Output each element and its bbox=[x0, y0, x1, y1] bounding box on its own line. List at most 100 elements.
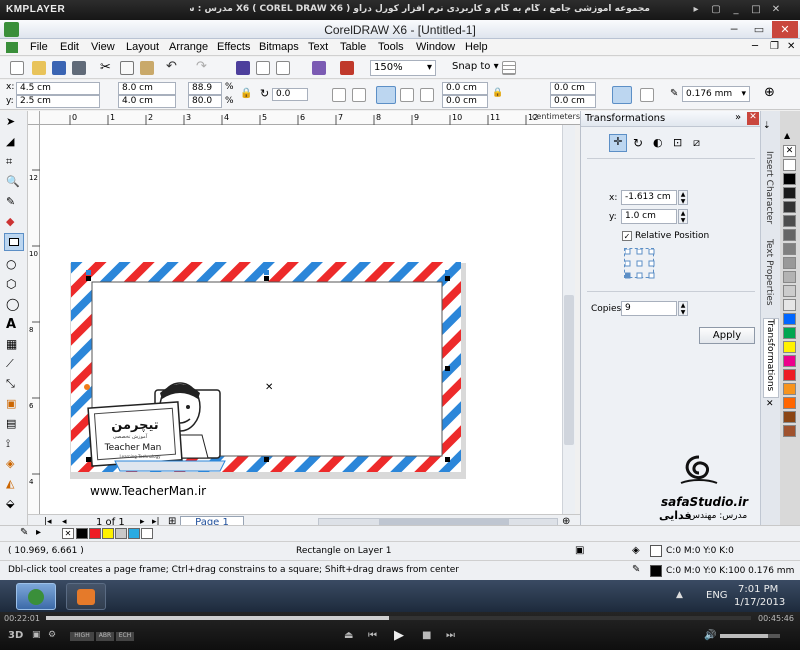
apply-button[interactable]: Apply bbox=[699, 327, 755, 344]
zoom-select[interactable]: 150% ▾ bbox=[370, 60, 436, 76]
menu-effects[interactable]: Effects bbox=[217, 41, 250, 53]
menu-file[interactable]: File bbox=[30, 41, 48, 53]
mirror-h-icon[interactable] bbox=[332, 88, 346, 102]
transparency-tool-icon[interactable]: ▤ bbox=[6, 417, 22, 431]
vertical-scrollbar[interactable] bbox=[562, 125, 575, 525]
corner-radius-4-field[interactable]: 0.0 cm bbox=[550, 95, 596, 108]
new-icon[interactable] bbox=[10, 61, 24, 75]
menu-bitmaps[interactable]: Bitmaps bbox=[259, 41, 299, 53]
clock-time[interactable]: 7:01 PM bbox=[738, 584, 778, 595]
corner-radius-1-field[interactable]: 0.0 cm bbox=[442, 82, 488, 95]
freehand-tool-icon[interactable]: ✎ bbox=[6, 195, 22, 209]
outline-swatch[interactable] bbox=[650, 565, 662, 577]
palette-swatch[interactable] bbox=[783, 369, 796, 381]
save-icon[interactable] bbox=[52, 61, 66, 75]
fill-swatch[interactable] bbox=[650, 545, 662, 557]
y-position-field[interactable]: 2.5 cm bbox=[16, 95, 100, 108]
y-spinner-icon[interactable]: ▲ ▼ bbox=[678, 209, 688, 224]
eyedropper-tool-icon[interactable]: ⟟ bbox=[6, 437, 22, 451]
rotate-tab-icon[interactable]: ↻ bbox=[633, 136, 643, 150]
width-field[interactable]: 8.0 cm bbox=[118, 82, 176, 95]
doc-close-icon[interactable]: ✕ bbox=[787, 41, 795, 52]
redo-icon[interactable]: ↷ bbox=[196, 59, 207, 74]
scalloped-corner-icon[interactable] bbox=[400, 88, 414, 102]
docker-close-icon[interactable]: ✕ bbox=[747, 112, 759, 125]
welcome-screen-icon[interactable] bbox=[340, 61, 354, 75]
maximize-button[interactable]: ▭ bbox=[747, 21, 771, 38]
horizontal-ruler[interactable]: 0 1 2 3 4 5 6 7 8 9 10 11 12 centimeters bbox=[40, 111, 580, 125]
table-tool-icon[interactable]: ▦ bbox=[6, 337, 22, 351]
next-icon[interactable]: ⏭ bbox=[446, 630, 455, 641]
smart-fill-tool-icon[interactable]: ◆ bbox=[6, 215, 22, 229]
volume-slider[interactable] bbox=[720, 634, 780, 638]
height-field[interactable]: 4.0 cm bbox=[118, 95, 176, 108]
docker-pin-icon[interactable]: ⇣ bbox=[763, 121, 771, 131]
rectangle-tool-icon[interactable] bbox=[4, 233, 24, 251]
no-color-swatch[interactable]: ✕ bbox=[783, 145, 796, 157]
relative-position-checkbox[interactable]: ✓ bbox=[622, 231, 632, 241]
snap-to-dropdown[interactable]: Snap to ▾ bbox=[452, 61, 499, 72]
capture-icon[interactable]: ▣ bbox=[32, 630, 41, 640]
menu-layout[interactable]: Layout bbox=[126, 41, 159, 53]
dimension-tool-icon[interactable]: ⟋ bbox=[6, 357, 22, 371]
x-spinner-icon[interactable]: ▲ ▼ bbox=[678, 190, 688, 205]
doc-palette-menu-icon[interactable]: ▸ bbox=[36, 527, 41, 538]
smart-fill-2-tool-icon[interactable]: ⬙ bbox=[6, 497, 22, 511]
docker-x-field[interactable]: -1.613 cm bbox=[621, 190, 677, 205]
volume-icon[interactable]: 🔊 bbox=[704, 630, 716, 641]
fill-tool-icon[interactable]: ◈ bbox=[6, 457, 22, 471]
paste-icon[interactable] bbox=[140, 61, 154, 75]
player-minimize-icon[interactable]: _ bbox=[730, 4, 742, 16]
copies-field[interactable]: 9 bbox=[621, 301, 677, 316]
doc-palette-swatch[interactable] bbox=[76, 528, 88, 539]
anchor-grid[interactable] bbox=[624, 248, 655, 279]
palette-swatch[interactable] bbox=[783, 285, 796, 297]
shape-tool-icon[interactable]: ◢ bbox=[6, 135, 22, 149]
palette-swatch[interactable] bbox=[783, 327, 796, 339]
eject-icon[interactable]: ⏏ bbox=[344, 630, 353, 641]
player-skin-icon[interactable]: ▢ bbox=[710, 4, 722, 16]
menu-arrange[interactable]: Arrange bbox=[169, 41, 208, 53]
doc-minimize-icon[interactable]: ─ bbox=[752, 41, 758, 52]
connector-tool-icon[interactable]: ⤡ bbox=[6, 377, 22, 391]
close-button[interactable]: ✕ bbox=[772, 21, 798, 38]
doc-icon[interactable] bbox=[6, 42, 18, 53]
quality-tag-ech[interactable]: ECH bbox=[116, 632, 134, 641]
scrollbar-thumb[interactable] bbox=[564, 295, 574, 445]
play-icon[interactable]: ▶ bbox=[394, 628, 404, 643]
x-position-field[interactable]: 4.5 cm bbox=[16, 82, 100, 95]
palette-swatch[interactable] bbox=[783, 313, 796, 325]
docker-expand-icon[interactable]: » bbox=[735, 112, 741, 123]
undo-icon[interactable]: ↶ bbox=[166, 59, 177, 74]
lock-ratio-icon[interactable]: 🔒 bbox=[240, 88, 252, 99]
interactive-blend-tool-icon[interactable]: ▣ bbox=[6, 397, 22, 411]
quality-tag-abr[interactable]: ABR bbox=[96, 632, 114, 641]
player-pin-icon[interactable]: ▸ bbox=[690, 4, 702, 16]
palette-swatch[interactable] bbox=[783, 215, 796, 227]
palette-swatch[interactable] bbox=[783, 173, 796, 185]
zoom-tool-icon[interactable]: 🔍 bbox=[6, 175, 22, 189]
palette-swatch[interactable] bbox=[783, 397, 796, 409]
palette-swatch[interactable] bbox=[783, 341, 796, 353]
polygon-tool-icon[interactable]: ⬡ bbox=[6, 277, 22, 291]
menu-help[interactable]: Help bbox=[465, 41, 488, 53]
menu-view[interactable]: View bbox=[91, 41, 115, 53]
outline-width-select[interactable]: 0.176 mm ▾ bbox=[682, 86, 750, 102]
player-maximize-icon[interactable]: □ bbox=[750, 4, 762, 16]
3d-icon[interactable]: 3D bbox=[8, 630, 23, 641]
tray-expand-icon[interactable]: ▲ bbox=[676, 590, 683, 600]
ruler-origin[interactable] bbox=[28, 111, 40, 125]
palette-swatch[interactable] bbox=[783, 229, 796, 241]
player-close-icon[interactable]: ✕ bbox=[770, 4, 782, 16]
center-marker-icon[interactable]: ✕ bbox=[265, 382, 273, 393]
doc-palette-swatch[interactable] bbox=[115, 528, 127, 539]
rotation-marker[interactable] bbox=[84, 384, 90, 390]
color-proof-icon[interactable]: ▣ bbox=[575, 545, 584, 556]
pick-tool-icon[interactable]: ➤ bbox=[6, 115, 22, 129]
palette-swatch[interactable] bbox=[783, 411, 796, 423]
import-icon[interactable] bbox=[256, 61, 270, 75]
interactive-fill-tool-icon[interactable]: ◭ bbox=[6, 477, 22, 491]
taskbar-capture-button[interactable] bbox=[66, 583, 106, 610]
wrap-text-icon[interactable] bbox=[640, 88, 654, 102]
doc-no-color-swatch[interactable]: ✕ bbox=[62, 528, 74, 539]
